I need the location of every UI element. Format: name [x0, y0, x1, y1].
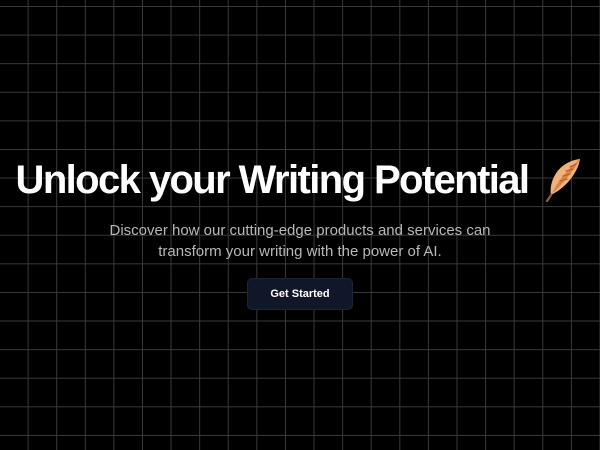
hero-headline: Unlock your Writing Potential [15, 158, 531, 202]
hero-section: Unlock your Writing Potential Discover h… [0, 150, 600, 310]
headline-row: Unlock your Writing Potential [0, 150, 600, 210]
hero-subtitle: Discover how our cutting-edge products a… [109, 222, 491, 260]
feather-quill-icon [542, 156, 584, 203]
get-started-button[interactable]: Get Started [247, 278, 353, 310]
hero-page: Unlock your Writing Potential Discover h… [0, 0, 600, 450]
